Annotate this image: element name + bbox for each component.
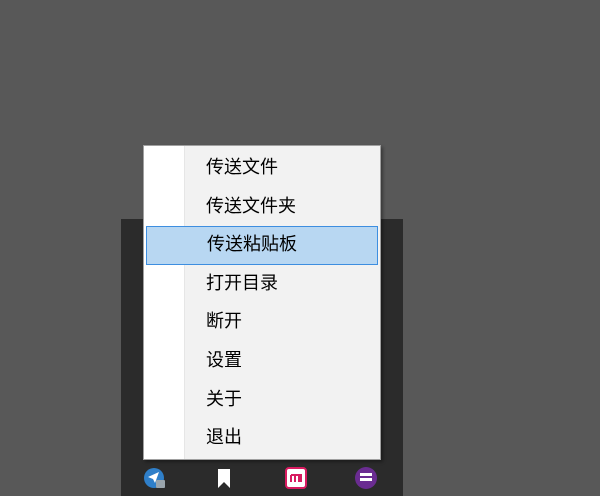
menu-item-send-clipboard[interactable]: 传送粘贴板 [146, 226, 378, 265]
tray-icon-row [121, 456, 403, 496]
menu-item-open-directory[interactable]: 打开目录 [144, 265, 380, 304]
menu-item-list: 传送文件 传送文件夹 传送粘贴板 打开目录 断开 设置 关于 退出 [144, 149, 380, 458]
menu-item-exit[interactable]: 退出 [144, 419, 380, 458]
menu-item-disconnect[interactable]: 断开 [144, 303, 380, 342]
transfer-app-icon[interactable] [143, 466, 167, 490]
bookmark-icon[interactable] [212, 466, 236, 490]
menu-item-settings[interactable]: 设置 [144, 342, 380, 381]
menu-item-about[interactable]: 关于 [144, 381, 380, 420]
calendar-icon[interactable] [284, 466, 308, 490]
menu-item-send-folder[interactable]: 传送文件夹 [144, 188, 380, 227]
menu-item-send-file[interactable]: 传送文件 [144, 149, 380, 188]
tray-context-menu: 传送文件 传送文件夹 传送粘贴板 打开目录 断开 设置 关于 退出 [143, 145, 381, 460]
purple-app-icon[interactable] [354, 466, 378, 490]
